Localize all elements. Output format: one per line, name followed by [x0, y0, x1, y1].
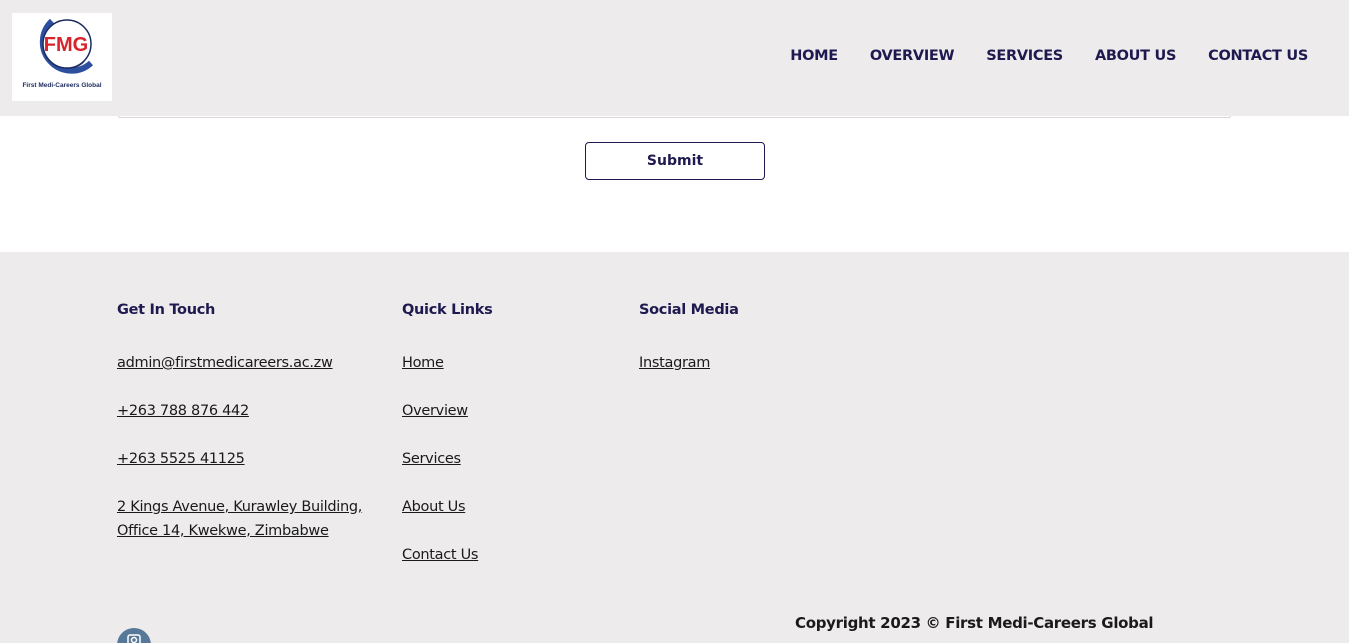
logo-emblem-icon: FMG: [39, 18, 94, 74]
footer-link-home[interactable]: Home: [402, 351, 602, 375]
phone-link-2[interactable]: +263 5525 41125: [117, 447, 387, 471]
get-in-touch-heading: Get In Touch: [117, 302, 216, 318]
address-link[interactable]: 2 Kings Avenue, Kurawley Building, Offic…: [117, 495, 387, 543]
logo-text: FMG: [44, 34, 88, 56]
instagram-link[interactable]: Instagram: [639, 351, 839, 375]
footer-link-services[interactable]: Services: [402, 447, 602, 471]
nav-about-us[interactable]: ABOUT US: [1095, 48, 1176, 64]
instagram-icon[interactable]: [117, 628, 151, 643]
contact-form: Submit: [0, 116, 1349, 252]
logo-caption: First Medi-Careers Global: [22, 82, 102, 89]
nav-services[interactable]: SERVICES: [986, 48, 1063, 64]
site-footer: Get In Touch admin@firstmedicareers.ac.z…: [0, 252, 1349, 643]
footer-link-contact-us[interactable]: Contact Us: [402, 543, 602, 567]
fmg-logo[interactable]: FMG First Medi-Careers Global: [12, 13, 112, 101]
social-media-section: Social Media Instagram: [639, 302, 839, 399]
address-line-2: Office 14, Kwekwe, Zimbabwe: [117, 523, 329, 539]
nav-home[interactable]: HOME: [790, 48, 838, 64]
copyright-text: Copyright 2023 © First Medi-Careers Glob…: [795, 614, 1154, 632]
submit-button[interactable]: Submit: [585, 142, 765, 180]
footer-link-overview[interactable]: Overview: [402, 399, 602, 423]
social-media-heading: Social Media: [639, 302, 739, 318]
footer-link-about-us[interactable]: About Us: [402, 495, 602, 519]
phone-link-1[interactable]: +263 788 876 442: [117, 399, 387, 423]
instagram-glyph-icon: [127, 634, 141, 643]
get-in-touch-section: Get In Touch admin@firstmedicareers.ac.z…: [117, 302, 387, 567]
nav-contact-us[interactable]: CONTACT US: [1208, 48, 1308, 64]
message-textarea[interactable]: [118, 116, 1231, 118]
main-nav: HOME OVERVIEW SERVICES ABOUT US CONTACT …: [790, 48, 1308, 64]
nav-overview[interactable]: OVERVIEW: [870, 48, 955, 64]
quick-links-heading: Quick Links: [402, 302, 493, 318]
email-link[interactable]: admin@firstmedicareers.ac.zw: [117, 351, 387, 375]
quick-links-section: Quick Links Home Overview Services About…: [402, 302, 602, 591]
site-header: FMG First Medi-Careers Global HOME OVERV…: [0, 0, 1349, 116]
address-line-1: 2 Kings Avenue, Kurawley Building,: [117, 499, 363, 515]
